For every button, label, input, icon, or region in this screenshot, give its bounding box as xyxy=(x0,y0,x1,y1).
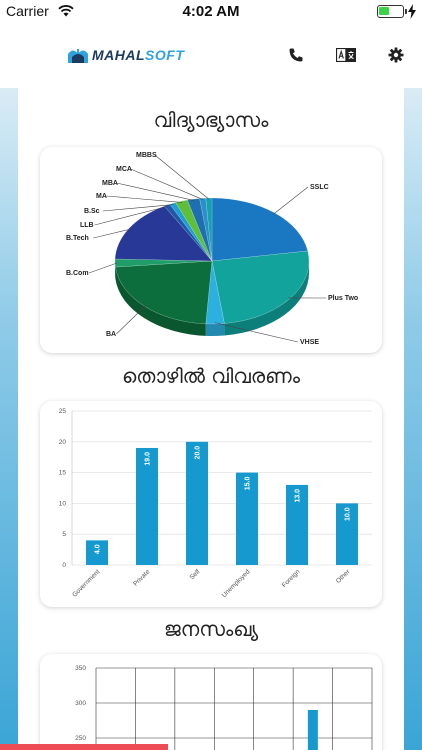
y-tick-label: 350 xyxy=(75,665,86,672)
population-chart-card: 350 300 250 xyxy=(40,654,382,750)
pie-label-LLB: LLB xyxy=(80,222,94,229)
pie-label-B.Sc: B.Sc xyxy=(84,208,100,215)
pie-slice-SSLC xyxy=(211,197,309,262)
y-tick-label: 300 xyxy=(75,700,86,707)
pie-label-BA: BA xyxy=(106,331,116,338)
y-tick-label: 250 xyxy=(75,735,86,742)
x-tick-label: Unemployed xyxy=(221,568,252,599)
occupation-chart-card: 0 5 10 15 20 25 4.0 Government 19.0 Private 20.0 Se… xyxy=(40,401,382,607)
pie-label-Plus Two: Plus Two xyxy=(328,295,358,302)
clock: 4:02 AM xyxy=(182,3,240,20)
x-tick-label: Private xyxy=(132,568,152,588)
bar-value-label: 15.0 xyxy=(245,476,252,490)
pie-slice-side-VHSE xyxy=(205,323,225,336)
brand-logo[interactable]: MAHALSOFT xyxy=(66,45,184,65)
bottom-indicator xyxy=(0,744,168,750)
charging-icon xyxy=(408,4,416,19)
pie-label-MBBS: MBBS xyxy=(136,152,157,159)
y-tick-label: 10 xyxy=(59,500,67,507)
pie-leader-BA xyxy=(116,305,147,335)
pie-slice-Plus Two xyxy=(211,250,310,324)
pie-leader-B.Com xyxy=(88,262,118,274)
population-bar xyxy=(307,710,318,750)
bar-value-label: 10.0 xyxy=(345,507,352,521)
pie-leader-MA xyxy=(106,195,183,203)
pie-label-MA: MA xyxy=(96,193,107,200)
y-tick-label: 15 xyxy=(59,470,67,477)
x-tick-label: Foreign xyxy=(281,568,302,589)
app-header: MAHALSOFT xyxy=(0,24,422,88)
pie-leader-SSLC xyxy=(273,186,309,215)
education-pie-chart: SSLC Plus Two VHSE BA B.Com B.Tech LLB B.Sc MA MB… xyxy=(66,152,358,346)
battery-icon xyxy=(377,5,407,18)
pie-slice-BA xyxy=(115,260,213,325)
pie-label-SSLC: SSLC xyxy=(310,184,329,191)
brand-name: MAHALSOFT xyxy=(92,47,185,63)
gear-icon[interactable] xyxy=(386,46,406,64)
bar-value-label: 19.0 xyxy=(145,452,152,466)
pie-label-MCA: MCA xyxy=(116,166,132,173)
dashboard-panel: വിദ്യാഭ്യാസം SSLC Plus Two VHSE BA B.Com B.Te… xyxy=(18,88,404,750)
x-tick-label: Other xyxy=(335,568,352,585)
mosque-logo-icon xyxy=(68,49,88,63)
y-tick-label: 25 xyxy=(59,408,67,415)
pie-label-B.Tech: B.Tech xyxy=(66,235,89,242)
y-tick-label: 0 xyxy=(62,562,66,569)
y-tick-label: 20 xyxy=(59,439,67,446)
bar-value-label: 4.0 xyxy=(95,544,102,554)
population-chart: 350 300 250 xyxy=(75,665,373,750)
education-title: വിദ്യാഭ്യാസം xyxy=(153,108,269,132)
population-title: ജനസംഖ്യ xyxy=(163,617,259,641)
occupation-title: തൊഴിൽ വിവരണം xyxy=(122,364,300,388)
occupation-bar-chart: 0 5 10 15 20 25 4.0 Government 19.0 Private 20.0 Se… xyxy=(59,408,372,599)
x-tick-label: Government xyxy=(71,568,101,598)
pie-label-MBA: MBA xyxy=(102,180,118,187)
x-tick-label: Self xyxy=(189,568,202,581)
y-tick-label: 5 xyxy=(62,531,66,538)
pie-label-B.Com: B.Com xyxy=(66,270,89,277)
pie-leader-MCA xyxy=(130,168,203,200)
translate-icon[interactable] xyxy=(336,46,356,64)
bar-value-label: 13.0 xyxy=(295,489,302,503)
phone-icon[interactable] xyxy=(286,46,306,64)
pie-label-VHSE: VHSE xyxy=(300,339,319,346)
pie-leader-MBBS xyxy=(154,154,210,200)
content-background: വിദ്യാഭ്യാസം SSLC Plus Two VHSE BA B.Com B.Te… xyxy=(0,88,422,750)
bar-value-label: 20.0 xyxy=(195,446,202,460)
education-chart-card: SSLC Plus Two VHSE BA B.Com B.Tech LLB B.Sc MA MB… xyxy=(40,147,382,353)
status-bar: Carrier 4:02 AM xyxy=(0,0,422,24)
